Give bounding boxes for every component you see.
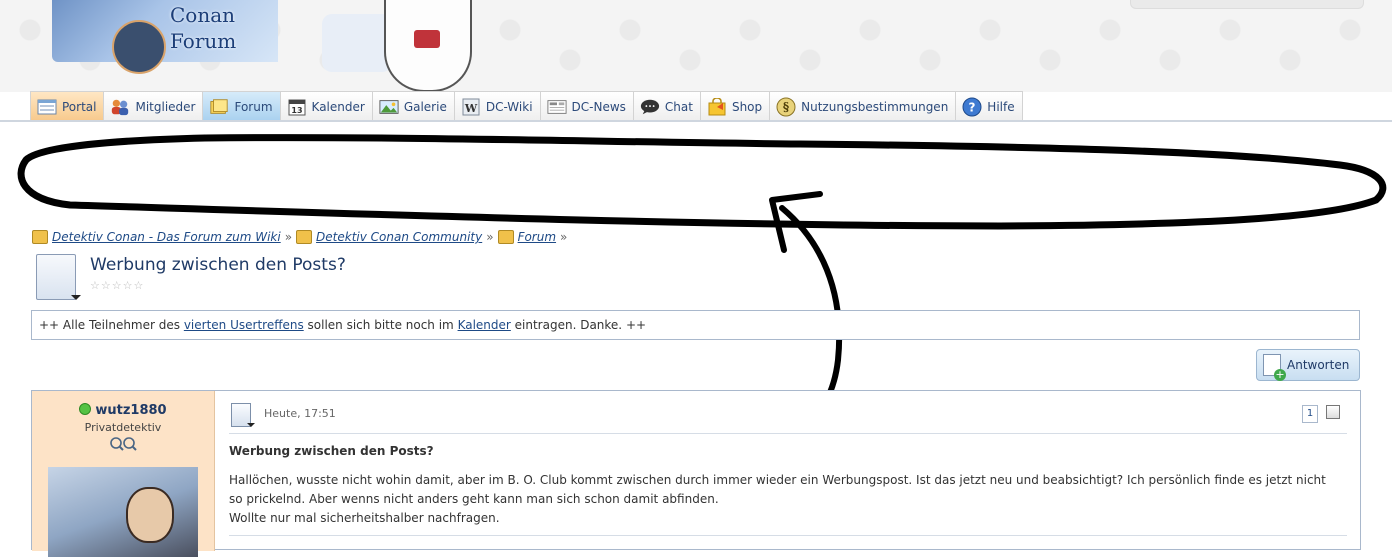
main-navigation: Portal Mitglieder Forum 13 Kalender Gale… (30, 91, 1023, 121)
post-user-sidebar: wutz1880 Privatdetektiv (32, 391, 215, 557)
page-title: Werbung zwischen den Posts? (90, 255, 346, 275)
mascot-character-image (384, 0, 472, 92)
avatar-face (126, 487, 174, 543)
mascot-bowtie (414, 30, 440, 48)
post-body-paragraph: Hallöchen, wusste nicht wohin damit, abe… (229, 473, 1326, 506)
logo-text: Conan Forum (170, 2, 280, 54)
members-icon (110, 98, 130, 116)
gallery-icon (379, 98, 399, 116)
reply-button-label: Antworten (1287, 358, 1350, 372)
nav-item-mitglieder[interactable]: Mitglieder (104, 91, 204, 121)
user-search-icon[interactable] (108, 436, 140, 452)
post-header-divider (229, 433, 1347, 434)
paragraph-icon: § (776, 97, 796, 116)
nav-item-kalender[interactable]: 13 Kalender (280, 91, 373, 121)
nav-item-forum[interactable]: Forum (203, 91, 281, 121)
breadcrumb: Detektiv Conan - Das Forum zum Wiki » De… (32, 230, 567, 244)
calendar-icon: 13 (287, 98, 307, 116)
site-logo[interactable]: Conan Forum (52, 0, 392, 74)
svg-text:§: § (783, 100, 789, 114)
nav-item-chat[interactable]: Chat (633, 91, 701, 121)
nav-item-label: Hilfe (987, 99, 1015, 114)
post-select-checkbox[interactable] (1326, 405, 1340, 419)
announcement-link-usertreffen[interactable]: vierten Usertreffens (184, 318, 304, 332)
post-username[interactable]: wutz1880 (32, 403, 214, 418)
forum-post: wutz1880 Privatdetektiv Heute, 17:51 1 W… (31, 390, 1361, 557)
announcement-middle: sollen sich bitte noch im (303, 318, 458, 332)
nav-item-label: Mitglieder (135, 99, 196, 114)
post-username-text: wutz1880 (95, 403, 167, 418)
forum-folder-icon (296, 230, 313, 244)
header-search-box[interactable] (1130, 0, 1364, 9)
nav-item-nutzungsbestimmungen[interactable]: § Nutzungsbestimmungen (770, 91, 957, 121)
logo-text-line2: Forum (170, 29, 237, 53)
nav-item-label: Kalender (311, 99, 365, 114)
site-header: Conan Forum (0, 0, 1392, 92)
breadcrumb-item-forum[interactable]: Forum (518, 230, 556, 244)
logo-characters-group-image (322, 14, 392, 72)
online-status-icon (79, 403, 92, 415)
breadcrumb-separator: » (486, 230, 494, 244)
news-icon (546, 98, 567, 116)
help-icon: ? (962, 97, 982, 116)
post-body-paragraph: Wollte nur mal sicherheitshalber nachfra… (229, 511, 500, 525)
post-title: Werbung zwischen den Posts? (229, 444, 434, 458)
avatar[interactable] (48, 467, 198, 557)
nav-item-label: Shop (731, 99, 763, 114)
announcement-prefix: ++ Alle Teilnehmer des (39, 318, 184, 332)
svg-text:W: W (464, 102, 478, 115)
wiki-icon: W (461, 98, 481, 116)
nav-item-label: DC-Wiki (485, 99, 533, 114)
forum-folder-icon (32, 230, 48, 244)
nav-item-galerie[interactable]: Galerie (372, 91, 455, 121)
nav-item-label: Portal (62, 99, 97, 114)
logo-text-line1: Conan (170, 3, 236, 27)
nav-item-shop[interactable]: Shop (700, 91, 771, 121)
breadcrumb-item-wiki-forum[interactable]: Detektiv Conan - Das Forum zum Wiki (52, 230, 281, 244)
post-footer-divider (229, 535, 1347, 536)
reply-button[interactable]: Antworten (1256, 349, 1360, 381)
nav-item-dc-wiki[interactable]: W DC-Wiki (454, 91, 541, 121)
logo-character-image (112, 20, 166, 74)
forum-folder-icon (209, 98, 229, 116)
svg-text:13: 13 (291, 106, 302, 115)
user-rank: Privatdetektiv (84, 421, 162, 434)
annotation-arrow-head (769, 191, 823, 253)
shop-bag-icon (707, 97, 727, 116)
nav-item-hilfe[interactable]: ? Hilfe (956, 91, 1023, 121)
annotation-ellipse (17, 134, 1387, 230)
nav-item-label: Chat (664, 99, 693, 114)
nav-item-label: Galerie (403, 99, 447, 114)
nav-bottom-border (0, 120, 1392, 122)
forum-folder-icon (497, 230, 514, 244)
reply-add-icon (1263, 354, 1286, 381)
post-document-icon[interactable] (231, 403, 255, 427)
nav-item-label: DC-News (571, 99, 626, 114)
post-date: Heute, 17:51 (264, 407, 336, 420)
thread-rating-stars[interactable]: ☆☆☆☆☆ (90, 279, 144, 292)
svg-text:?: ? (969, 100, 976, 114)
nav-item-label: Forum (234, 99, 273, 114)
nav-item-dc-news[interactable]: DC-News (540, 91, 634, 121)
nav-item-portal[interactable]: Portal (30, 91, 105, 121)
portal-icon (37, 98, 57, 116)
announcement-banner: ++ Alle Teilnehmer des vierten Usertreff… (31, 310, 1360, 340)
post-body: Hallöchen, wusste nicht wohin damit, abe… (229, 471, 1339, 528)
breadcrumb-item-community[interactable]: Detektiv Conan Community (316, 230, 482, 244)
announcement-link-kalender[interactable]: Kalender (458, 318, 511, 332)
breadcrumb-separator: » (284, 230, 293, 244)
breadcrumb-separator: » (560, 230, 568, 244)
post-number-link[interactable]: 1 (1302, 405, 1318, 423)
chat-bubble-icon (640, 98, 660, 116)
thread-document-icon[interactable] (36, 254, 81, 300)
nav-item-label: Nutzungsbestimmungen (801, 99, 949, 114)
announcement-suffix: eintragen. Danke. ++ (510, 318, 647, 332)
